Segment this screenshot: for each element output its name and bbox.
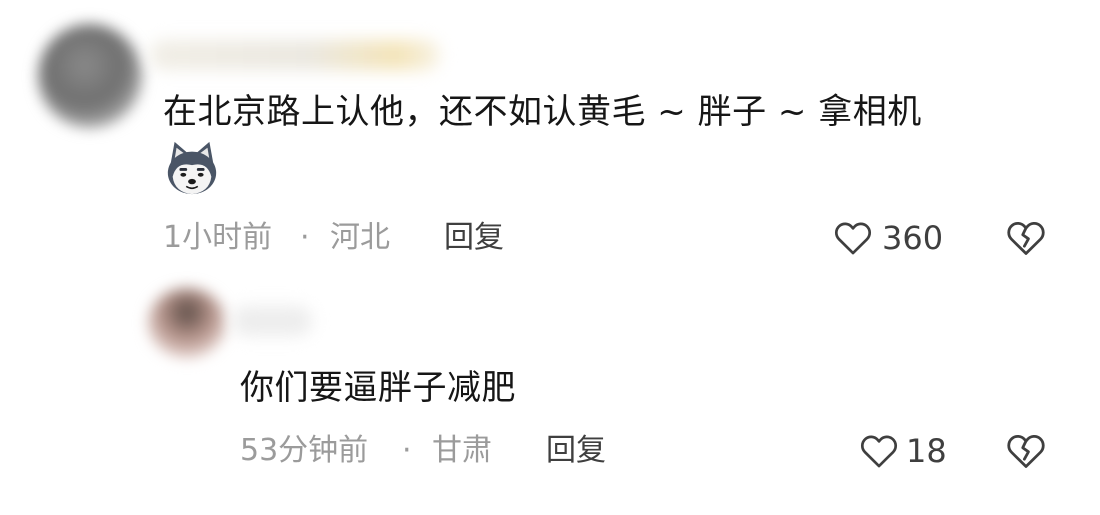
broken-heart-icon[interactable] [1006, 433, 1046, 469]
heart-outline-icon[interactable] [860, 433, 898, 469]
reply-button[interactable]: 回复 [444, 220, 504, 256]
meta-separator: · [300, 220, 310, 255]
avatar[interactable] [148, 288, 226, 358]
comment-time: 53分钟前 [240, 433, 369, 468]
heart-outline-icon[interactable] [834, 220, 872, 256]
username-obscured[interactable] [232, 306, 312, 336]
reply-button[interactable]: 回复 [546, 433, 606, 469]
husky-dog-emoji [167, 141, 217, 195]
like-count: 360 [882, 219, 944, 257]
comment-location: 甘肃 [432, 433, 492, 468]
comment-time: 1小时前 [163, 220, 273, 255]
comment-text: 你们要逼胖子减肥 [240, 368, 516, 408]
broken-heart-icon[interactable] [1006, 220, 1046, 256]
comment-thread: 在北京路上认他，还不如认黄毛 ~ 胖子 ~ 拿相机 1小时前 · 河北 回复 3… [0, 0, 1100, 515]
comment-location: 河北 [330, 220, 390, 255]
comment-text: 在北京路上认他，还不如认黄毛 ~ 胖子 ~ 拿相机 [163, 92, 922, 132]
avatar[interactable] [38, 24, 142, 128]
username-obscured[interactable] [150, 40, 440, 70]
like-count: 18 [906, 432, 947, 470]
meta-separator: · [402, 433, 412, 468]
